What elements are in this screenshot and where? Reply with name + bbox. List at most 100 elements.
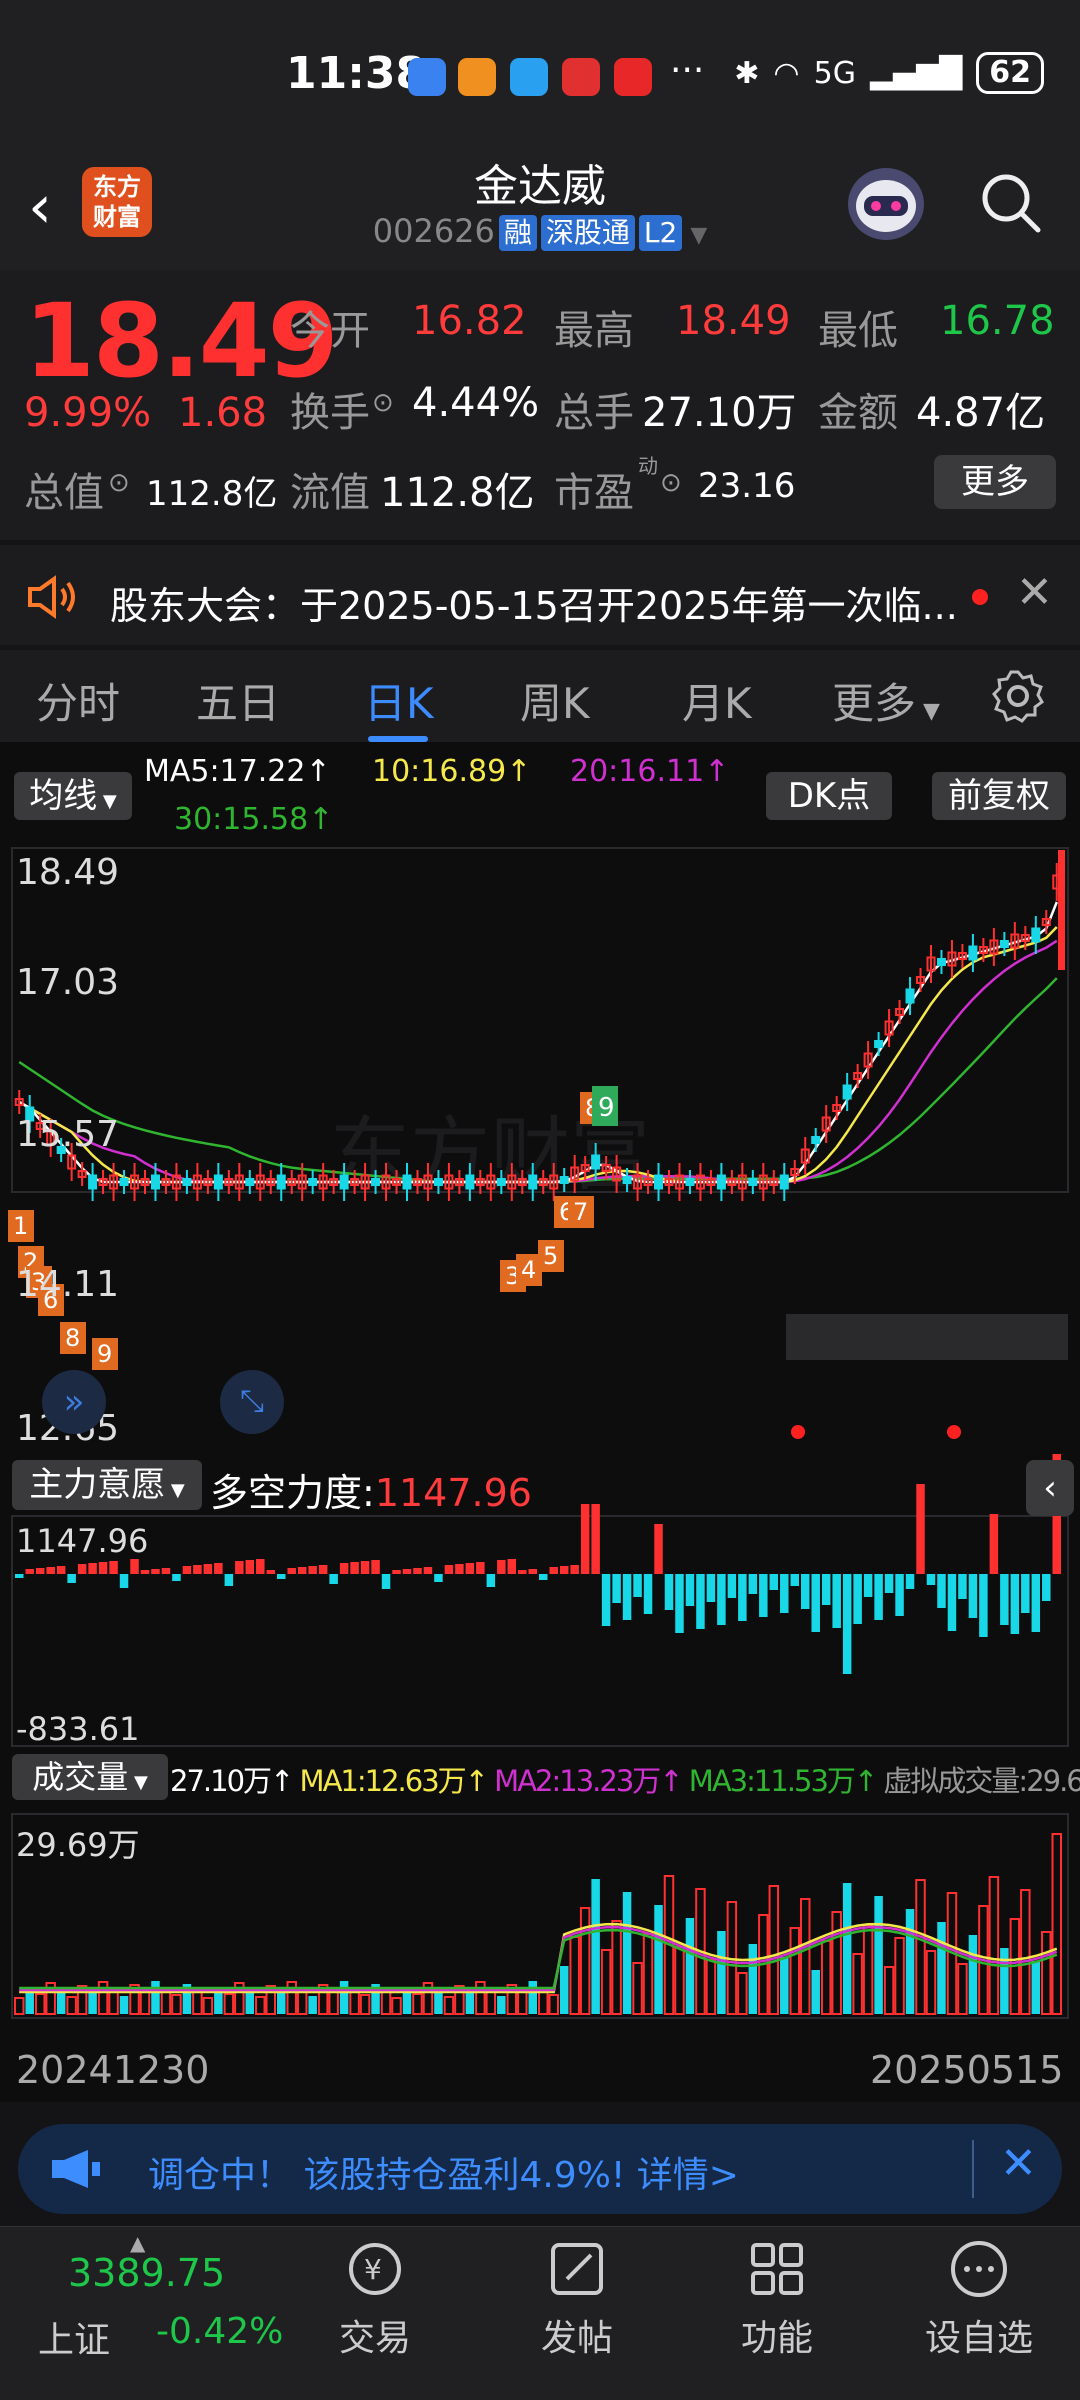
volume-value: 27.10万 xyxy=(642,390,797,436)
candle-body xyxy=(245,1178,255,1186)
indicator-bar xyxy=(790,1574,799,1586)
megaphone-icon xyxy=(48,2148,104,2194)
indicator-bar xyxy=(465,1563,475,1574)
bottom-nav: ▲ 3389.75 上证 -0.42% ¥ 交易 发帖 功能 设自选 xyxy=(0,2226,1080,2400)
volume-bar xyxy=(800,1898,811,2015)
indicator-bar xyxy=(140,1570,150,1574)
network-type: 5G xyxy=(813,55,856,91)
close-icon[interactable]: ✕ xyxy=(1000,2138,1037,2189)
candle-body xyxy=(622,1176,632,1184)
volume-bar xyxy=(811,1970,820,2014)
candle-body xyxy=(811,1136,821,1144)
indicator-bar xyxy=(413,1568,422,1574)
volume-ma3: MA3:11.53万↑ xyxy=(688,1764,878,1798)
chevron-down-icon: ▼ xyxy=(916,699,940,724)
high-label: 最高 xyxy=(554,308,634,354)
nav-trade-label: 交易 xyxy=(338,2318,411,2359)
tab-weekly-k[interactable]: 周K xyxy=(520,670,590,731)
info-icon[interactable]: ⊙ xyxy=(372,388,394,418)
nav-functions[interactable]: 功能 xyxy=(702,2237,852,2361)
indicator-bar xyxy=(622,1574,632,1620)
volume-bar xyxy=(1031,1961,1041,2014)
position-banner[interactable]: 调仓中！ 该股持仓盈利4.9%! 详情> ✕ xyxy=(18,2124,1062,2214)
collapse-panel-icon[interactable]: ‹ xyxy=(1026,1460,1074,1516)
indicator-selector-button[interactable]: 主力意愿 ▼ xyxy=(12,1460,202,1510)
indicator-bar xyxy=(88,1563,97,1574)
volume-bar xyxy=(925,1950,937,2015)
pe-dynamic-mark: 动 xyxy=(638,454,658,478)
volume-bar xyxy=(1000,1948,1009,2014)
fullscreen-icon[interactable]: ⤡ xyxy=(220,1370,284,1434)
candle-body xyxy=(371,1178,381,1186)
notice-bar[interactable]: 股东大会：于2025-05-15召开2025年第一次临... ✕ xyxy=(0,545,1080,645)
volume-bar xyxy=(883,1966,895,2015)
indicator-name: 多空力度: xyxy=(210,1471,375,1515)
candle-body xyxy=(308,1178,318,1186)
tab-more[interactable]: 更多 ▼ xyxy=(832,670,940,731)
volume-bar xyxy=(579,1907,591,2015)
volume-bar xyxy=(988,1876,1000,2015)
volume-bar xyxy=(1020,1889,1031,2015)
nav-trade[interactable]: ¥ 交易 xyxy=(300,2237,450,2361)
td-mark-label: 8 xyxy=(65,1324,80,1352)
index-ticker[interactable]: 3389.75 上证 -0.42% xyxy=(0,2239,300,2389)
info-icon[interactable]: ⊙ xyxy=(660,468,682,498)
indicator-bar xyxy=(130,1559,139,1574)
indicator-bar xyxy=(979,1574,988,1637)
status-time: 11:38 xyxy=(286,48,427,99)
low-label: 最低 xyxy=(818,308,898,354)
more-quote-button[interactable]: 更多 xyxy=(934,455,1056,509)
kline-chart-area[interactable]: 均线 ▼ MA5:17.22↑ 10:16.89↑ 20:16.11↑ 30:1… xyxy=(0,742,1080,2102)
close-icon[interactable]: ✕ xyxy=(1016,567,1053,618)
indicator-bar xyxy=(193,1565,202,1574)
indicator-bar xyxy=(780,1574,789,1613)
search-icon[interactable] xyxy=(978,170,1042,234)
volume-bar xyxy=(328,1991,339,2015)
change-amount: 1.68 xyxy=(178,390,268,436)
indicator-bar xyxy=(308,1566,317,1574)
assistant-robot-icon[interactable] xyxy=(848,168,924,240)
volume-bar xyxy=(66,1996,77,2015)
volume-bar xyxy=(528,1981,537,2014)
turnover-value: 4.44% xyxy=(412,380,540,426)
y-label: 15.57 xyxy=(16,1114,120,1155)
nav-functions-label: 功能 xyxy=(740,2318,813,2359)
volume-bar xyxy=(685,1918,695,2014)
tab-five-day[interactable]: 五日 xyxy=(196,670,280,731)
indicator-bar xyxy=(507,1559,517,1574)
volume-bar xyxy=(852,1953,863,2015)
candle-body xyxy=(1058,850,1065,970)
gear-icon[interactable] xyxy=(990,668,1046,728)
signal-dot xyxy=(947,1425,961,1439)
nav-post[interactable]: 发帖 xyxy=(502,2237,652,2361)
indicator-bar xyxy=(633,1574,642,1597)
nav-add-watchlist[interactable]: 设自选 xyxy=(904,2237,1054,2361)
indicator-bar xyxy=(67,1574,76,1583)
info-icon[interactable]: ⊙ xyxy=(108,468,130,498)
volume-bar xyxy=(632,1962,643,2015)
volume-bar xyxy=(611,1920,622,2015)
indicator-bar xyxy=(675,1574,684,1633)
volume-bar xyxy=(339,1981,349,2014)
message-notification-icon xyxy=(510,58,548,96)
chevron-down-icon: ▼ xyxy=(128,1772,148,1793)
tab-monthly-k[interactable]: 月K xyxy=(682,670,752,731)
volume-bar xyxy=(443,1996,455,2015)
volume-bar xyxy=(359,1994,371,2015)
volume-selector-button[interactable]: 成交量 ▼ xyxy=(12,1754,168,1800)
trade-icon: ¥ xyxy=(343,2237,407,2301)
indicator-bar xyxy=(926,1574,936,1585)
index-value: 3389.75 xyxy=(68,2251,226,2295)
indicator-frame xyxy=(11,1515,1069,1747)
indicator-bar xyxy=(434,1574,443,1582)
indicator-bar xyxy=(612,1574,621,1603)
expand-left-icon[interactable]: » xyxy=(42,1370,106,1434)
tab-intraday[interactable]: 分时 xyxy=(36,670,120,731)
indicator-bar xyxy=(989,1514,999,1574)
virtual-volume: 虚拟成交量:29.69万 xyxy=(883,1764,1080,1798)
volume-max-label: 29.69万 xyxy=(16,1826,140,1864)
signal-dot xyxy=(791,1425,805,1439)
tab-daily-k[interactable]: 日K xyxy=(364,670,434,731)
indicator-bar xyxy=(853,1574,862,1624)
td-mark-label: 1 xyxy=(13,1212,28,1240)
